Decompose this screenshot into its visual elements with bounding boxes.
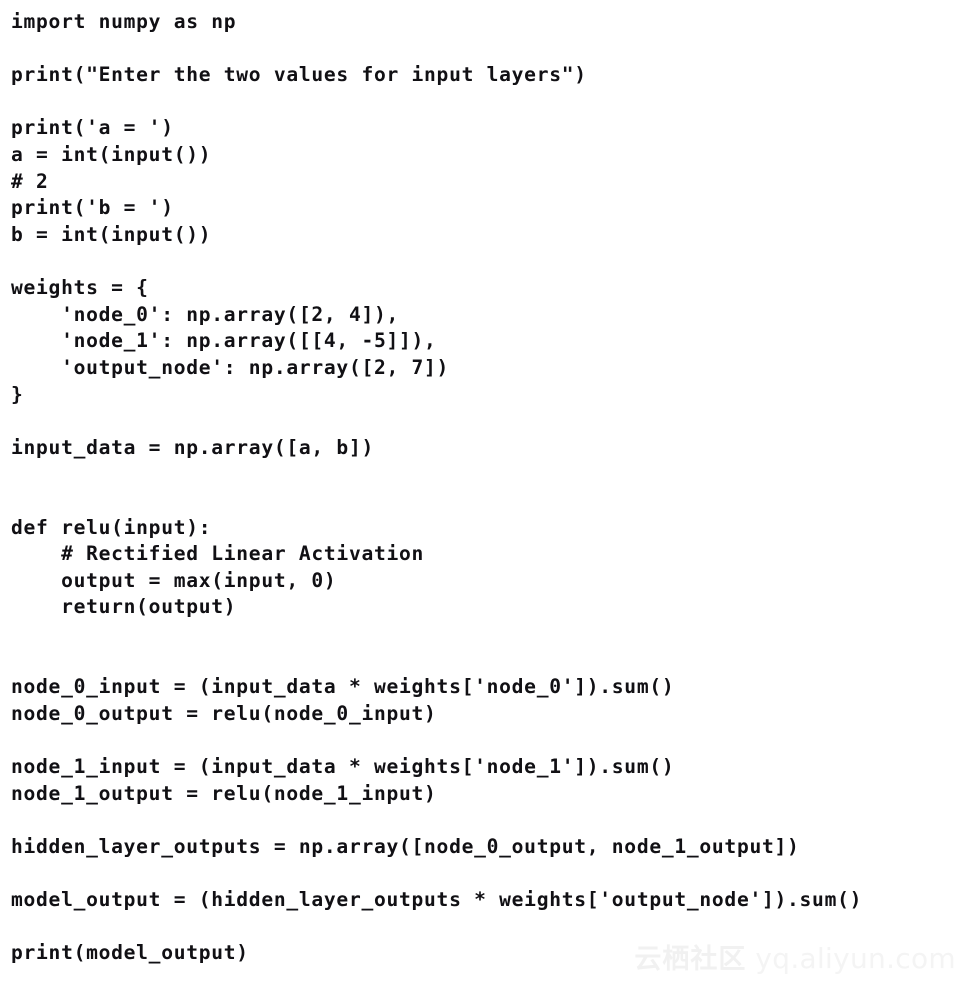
code-line: print('b = '): [11, 196, 174, 220]
code-line: }: [11, 382, 24, 406]
code-line: import numpy as np: [11, 10, 237, 33]
code-line: model_output = (hidden_layer_outputs * w…: [11, 888, 863, 912]
code-listing: import numpy as np print("Enter the two v…: [0, 0, 980, 988]
code-line: input_data = np.array([a, b]): [11, 435, 374, 459]
code-line: b = int(input()): [11, 222, 212, 246]
code-line: 'node_1': np.array([[4, -5]]),: [11, 329, 437, 353]
code-line: # Rectified Linear Activation: [11, 542, 425, 566]
code-line: weights = {: [11, 276, 149, 300]
code-line: # 2: [11, 169, 49, 193]
code-line: print('a = '): [11, 116, 174, 140]
code-line: a = int(input()): [11, 143, 212, 167]
code-line: def relu(input):: [11, 515, 212, 539]
code-line: hidden_layer_outputs = np.array([node_0_…: [11, 834, 800, 858]
code-line: 'node_0': np.array([2, 4]),: [11, 302, 400, 326]
code-line: node_0_output = relu(node_0_input): [11, 701, 437, 725]
code-line: 'output_node': np.array([2, 7]): [11, 355, 450, 379]
code-line: node_1_output = relu(node_1_input): [11, 781, 437, 805]
code-line: node_1_input = (input_data * weights['no…: [11, 755, 675, 779]
code-line: print(model_output): [11, 941, 249, 965]
code-line: print("Enter the two values for input la…: [11, 63, 587, 87]
code-line: output = max(input, 0): [11, 568, 337, 592]
code-line: return(output): [11, 595, 237, 619]
code-line: node_0_input = (input_data * weights['no…: [11, 675, 675, 699]
